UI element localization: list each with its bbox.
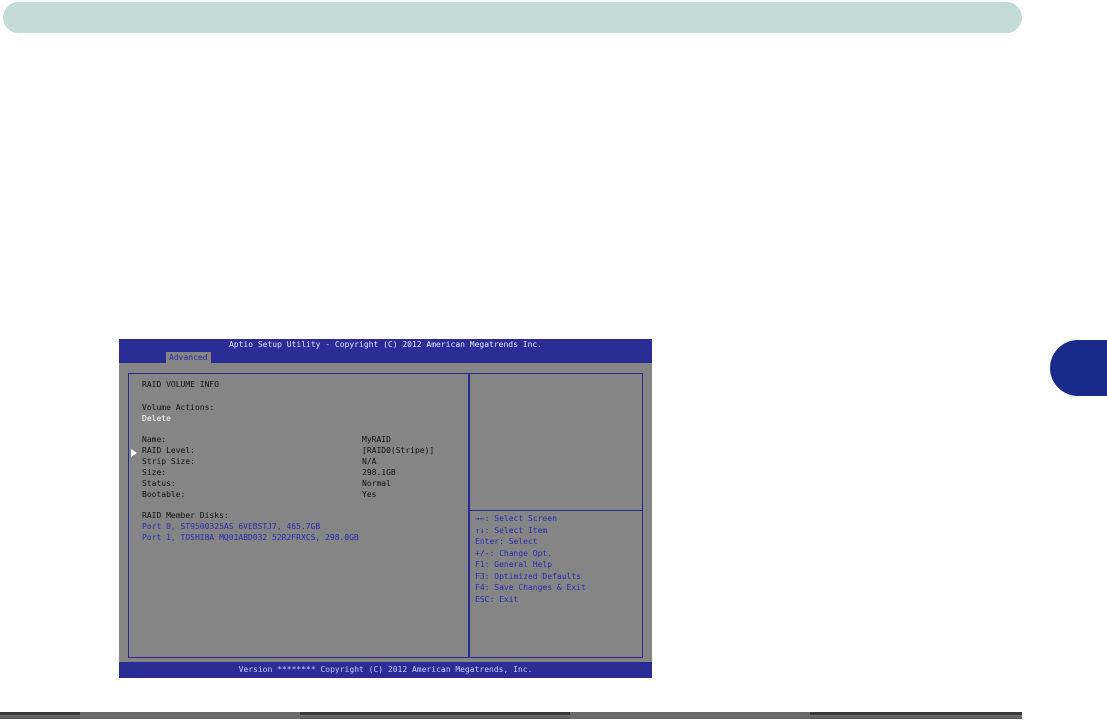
field-value-name: MyRAID — [362, 435, 391, 444]
field-label-size: Size: — [142, 468, 167, 477]
bios-title: Aptio Setup Utility - Copyright (C) 2012… — [228, 340, 543, 349]
field-value-status: Normal — [362, 479, 391, 488]
field-value-strip-size: N/A — [362, 457, 377, 466]
help-divider — [469, 510, 642, 511]
bios-main-panel: RAID VOLUME INFO Volume Actions: Delete … — [128, 373, 470, 658]
field-value-bootable: Yes — [362, 490, 377, 499]
header-bar — [3, 2, 1022, 33]
bottom-rule-segment — [570, 712, 810, 719]
member-disk-1: Port 1, TOSHIBA MQ01ABD032 52R2FRXCS, 29… — [142, 533, 359, 542]
field-label-name: Name: — [142, 435, 167, 444]
selection-arrow-icon — [131, 449, 137, 457]
bios-screenshot: Aptio Setup Utility - Copyright (C) 2012… — [119, 339, 652, 678]
field-label-strip-size: Strip Size: — [142, 457, 195, 466]
chapter-tab — [1050, 340, 1107, 396]
field-value-size: 298.1GB — [362, 468, 396, 477]
field-label-bootable: Bootable: — [142, 490, 186, 499]
tab-advanced[interactable]: Advanced — [166, 352, 211, 363]
bios-help-panel: →←: Select Screen ↑↓: Select Item Enter:… — [468, 373, 643, 658]
field-value-raid-level[interactable]: [RAID0(Stripe)] — [362, 446, 434, 456]
bios-footer-text: Version ******** Copyright (C) 2012 Amer… — [238, 665, 533, 674]
help-general-help: F1: General Help — [475, 560, 553, 569]
bottom-rule-segment — [80, 712, 300, 719]
raid-volume-heading: RAID VOLUME INFO — [142, 380, 220, 389]
member-disk-0: Port 0, ST9500325AS 6VEBSTJ7, 465.7GB — [142, 522, 321, 531]
bios-footer-bar: Version ******** Copyright (C) 2012 Amer… — [119, 662, 652, 678]
help-enter: Enter: Select — [475, 537, 538, 546]
help-change-opt: +/-: Change Opt. — [475, 549, 553, 558]
delete-action[interactable]: Delete — [142, 414, 171, 424]
member-disks-label: RAID Member Disks: — [142, 511, 229, 520]
bottom-rule — [0, 712, 1022, 719]
help-esc-exit: ESC: Exit — [475, 595, 519, 604]
field-label-status: Status: — [142, 479, 176, 488]
help-select-screen: →←: Select Screen — [475, 514, 557, 523]
volume-actions-label: Volume Actions: — [142, 403, 215, 412]
help-select-item: ↑↓: Select Item — [475, 526, 548, 535]
field-label-raid-level: RAID Level: — [142, 446, 195, 455]
help-save-exit: F4: Save Changes & Exit — [475, 583, 586, 592]
help-optimized-defaults: F3: Optimized Defaults — [475, 572, 581, 581]
